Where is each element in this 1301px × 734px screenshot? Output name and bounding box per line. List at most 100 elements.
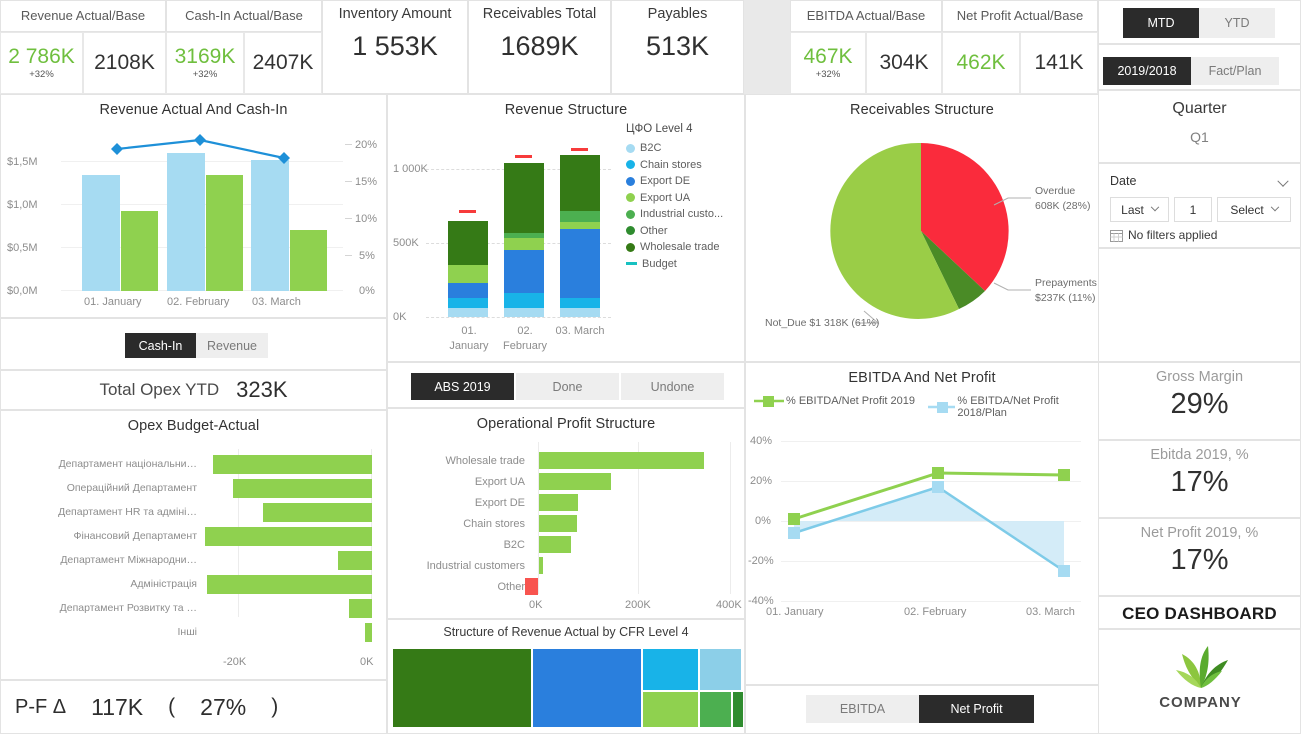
- stack-b2c-jan[interactable]: [448, 308, 488, 317]
- bar-cashin-feb[interactable]: [167, 153, 205, 291]
- ebitda-toggle-ebitda[interactable]: EBITDA: [806, 695, 919, 723]
- abs-toggle-undone[interactable]: Undone: [621, 373, 724, 400]
- date-number-input[interactable]: 1: [1174, 197, 1212, 222]
- date-number-value: 1: [1189, 202, 1197, 217]
- bar-revenue-jan[interactable]: [121, 211, 158, 291]
- legend-item-b2c[interactable]: B2C: [626, 142, 723, 154]
- abs-toggle-abs2019[interactable]: ABS 2019: [411, 373, 514, 400]
- profit-bar-industrial[interactable]: [539, 557, 543, 574]
- ceo-dashboard-title-card: CEO DASHBOARD: [1098, 596, 1301, 629]
- opex-bar-7[interactable]: [365, 623, 372, 642]
- stack-b2c-mar[interactable]: [560, 308, 600, 317]
- opex-bar-0[interactable]: [213, 455, 372, 474]
- abs-toggle-done[interactable]: Done: [516, 373, 619, 400]
- stack-chain-mar[interactable]: [560, 298, 600, 308]
- stack-export-de-jan[interactable]: [448, 283, 488, 298]
- stack-industrial-mar[interactable]: [560, 211, 600, 222]
- kpi-total-opex-ytd: Total Opex YTD 323K: [0, 370, 387, 410]
- compare-toggle[interactable]: 2019/2018 Fact/Plan: [1103, 57, 1279, 85]
- total-opex-label: Total Opex YTD: [99, 380, 220, 399]
- opex-bar-2[interactable]: [263, 503, 372, 522]
- sidebar-spacer: [1098, 248, 1301, 362]
- metric-label: Net Profit 2019, %: [1140, 525, 1259, 541]
- legend-label: Export DE: [640, 175, 691, 187]
- opex-bar-3[interactable]: [205, 527, 372, 546]
- kpi-value: 304K: [879, 50, 929, 74]
- y2-axis-tick: 0%: [359, 285, 375, 297]
- bar-cashin-mar[interactable]: [251, 160, 289, 291]
- kpi-delta: +32%: [29, 69, 54, 81]
- date-operator-select[interactable]: Last: [1110, 197, 1169, 222]
- profit-category-label: Other: [497, 581, 525, 593]
- stack-wholesale-mar[interactable]: [560, 155, 600, 211]
- pf-delta-paren-open: (: [168, 695, 176, 718]
- profit-bar-chain-stores[interactable]: [539, 515, 577, 532]
- stack-b2c-feb[interactable]: [504, 308, 544, 317]
- compare-toggle-2019-2018[interactable]: 2019/2018: [1103, 57, 1191, 85]
- revenue-toggle[interactable]: Cash-In Revenue: [125, 333, 268, 358]
- legend-item-wholesale-trade[interactable]: Wholesale trade: [626, 241, 723, 253]
- quarter-value[interactable]: Q1: [1099, 118, 1300, 145]
- opex-bar-5[interactable]: [207, 575, 372, 594]
- profit-bar-b2c[interactable]: [539, 536, 571, 553]
- legend-line-icon: [626, 262, 637, 265]
- treemap-cell-industrial[interactable]: [699, 691, 732, 728]
- stack-export-ua-jan[interactable]: [448, 265, 488, 283]
- treemap-cell-export-de[interactable]: [532, 648, 642, 728]
- legend-item-budget[interactable]: Budget: [626, 258, 723, 270]
- stack-export-de-feb[interactable]: [504, 250, 544, 293]
- period-toggle[interactable]: MTD YTD: [1123, 8, 1275, 38]
- stack-export-ua-mar[interactable]: [560, 222, 600, 229]
- ebitda-toggle-net-profit[interactable]: Net Profit: [919, 695, 1034, 723]
- date-unit-select[interactable]: Select: [1217, 197, 1291, 222]
- chevron-down-icon[interactable]: [1277, 175, 1289, 193]
- opex-bar-1[interactable]: [233, 479, 372, 498]
- stack-chain-feb[interactable]: [504, 293, 544, 308]
- stack-wholesale-jan[interactable]: [448, 221, 488, 265]
- compare-toggle-fact-plan[interactable]: Fact/Plan: [1191, 57, 1279, 85]
- bar-cashin-jan[interactable]: [82, 175, 120, 291]
- abs-toggle-card: ABS 2019 Done Undone: [387, 362, 745, 408]
- ebitda-toggle-card: EBITDA Net Profit: [745, 685, 1099, 734]
- profit-bar-export-de[interactable]: [539, 494, 578, 511]
- opex-category-label: Операційний Департамент: [66, 482, 197, 494]
- metric-value: 17%: [1170, 466, 1229, 498]
- bar-revenue-feb[interactable]: [206, 175, 243, 291]
- treemap-cell-wholesale-trade[interactable]: [392, 648, 532, 728]
- legend-item-other[interactable]: Other: [626, 225, 723, 237]
- legend-item-export-de[interactable]: Export DE: [626, 175, 723, 187]
- kpi-title: Cash-In Actual/Base: [185, 8, 303, 23]
- treemap-cell-other[interactable]: [732, 691, 744, 728]
- profit-bar-other[interactable]: [525, 578, 538, 595]
- abs-toggle[interactable]: ABS 2019 Done Undone: [411, 373, 726, 400]
- profit-bar-export-ua[interactable]: [539, 473, 611, 490]
- stack-chain-jan[interactable]: [448, 298, 488, 308]
- stack-wholesale-feb[interactable]: [504, 163, 544, 233]
- stack-export-de-mar[interactable]: [560, 229, 600, 298]
- legend-item-industrial-customers[interactable]: Industrial custo...: [626, 208, 723, 220]
- stack-industrial-feb[interactable]: [504, 233, 544, 238]
- treemap-cell-export-ua[interactable]: [642, 691, 699, 728]
- kpi-ebitda-values: 467K +32% 304K: [790, 32, 942, 94]
- revenue-toggle-revenue[interactable]: Revenue: [196, 333, 268, 358]
- no-filters-text: No filters applied: [1128, 228, 1218, 242]
- legend-item-export-ua[interactable]: Export UA: [626, 192, 723, 204]
- x-axis-tick: 0K: [360, 656, 374, 668]
- treemap-cell-b2c[interactable]: [699, 648, 742, 691]
- opex-bar-6[interactable]: [349, 599, 372, 618]
- legend-item-chain-stores[interactable]: Chain stores: [626, 159, 723, 171]
- marker-2019-jan: [788, 513, 800, 525]
- ebitda-toggle[interactable]: EBITDA Net Profit: [806, 695, 1034, 723]
- period-toggle-mtd[interactable]: MTD: [1123, 8, 1199, 38]
- profit-bar-wholesale[interactable]: [539, 452, 704, 469]
- opex-category-label: Департамент національни…: [58, 458, 197, 470]
- stack-export-ua-feb[interactable]: [504, 238, 544, 250]
- profit-category-label: B2C: [503, 539, 525, 551]
- period-toggle-ytd[interactable]: YTD: [1199, 8, 1275, 38]
- revenue-toggle-cashin[interactable]: Cash-In: [125, 333, 196, 358]
- opex-bar-4[interactable]: [338, 551, 372, 570]
- treemap-cell-chain-stores[interactable]: [642, 648, 699, 691]
- marker-2019-feb: [932, 467, 944, 479]
- bar-revenue-mar[interactable]: [290, 230, 327, 291]
- x-axis-label: 01. January: [766, 606, 824, 618]
